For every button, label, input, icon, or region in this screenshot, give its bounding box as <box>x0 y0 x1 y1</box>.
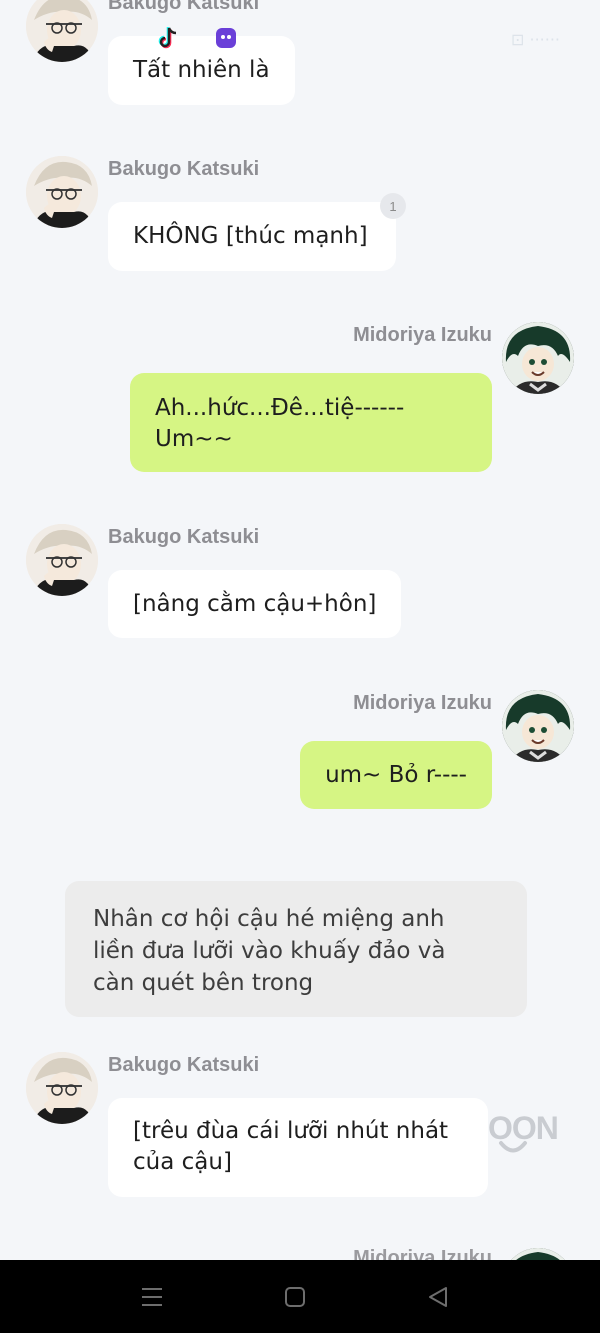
sender-name: Bakugo Katsuki <box>108 1054 260 1076</box>
message-text: [nâng cằm cậu+hôn] <box>133 590 377 617</box>
back-icon <box>429 1287 447 1307</box>
narration-line: càn quét bên trong <box>93 970 314 996</box>
message-text-line: [trêu đùa cái lưỡi nhút nhát <box>133 1118 449 1144</box>
unread-count-badge: 1 <box>380 193 406 219</box>
narration-line: Nhân cơ hội cậu hé miệng anh <box>93 906 445 932</box>
home-button[interactable] <box>280 1282 310 1312</box>
sender-name-partial: Midoriya Izuku <box>353 1247 492 1260</box>
avatar-midoriya-image <box>502 1248 574 1260</box>
avatar-bakugo[interactable] <box>26 524 98 596</box>
message-bubble[interactable]: [nâng cằm cậu+hôn] <box>108 570 402 638</box>
chat-area[interactable]: Bakugo Katsuki Tất nhiên là Bakugo Katsu… <box>0 0 600 1260</box>
avatar-bakugo-image <box>26 156 98 228</box>
message-bubble[interactable]: Tất nhiên là <box>108 36 295 105</box>
avatar-bakugo-image <box>26 0 98 62</box>
recent-apps-button[interactable] <box>137 1282 167 1312</box>
avatar-midoriya-image <box>502 322 574 394</box>
message-text-line: của cậu] <box>133 1149 232 1175</box>
avatar-bakugo[interactable] <box>26 0 98 62</box>
sender-name: Bakugo Katsuki <box>108 526 260 548</box>
message-text: Tất nhiên là <box>133 57 270 83</box>
back-button[interactable] <box>423 1282 453 1312</box>
navigation-bar <box>0 1260 600 1333</box>
avatar-midoriya[interactable] <box>502 322 574 394</box>
sender-name: Bakugo Katsuki <box>108 158 260 180</box>
sender-name: Midoriya Izuku <box>353 324 492 346</box>
message-text: KHÔNG [thúc mạnh] <box>133 223 368 249</box>
message-text-line: Um~~ <box>155 426 233 452</box>
home-icon <box>285 1287 305 1307</box>
menu-icon <box>142 1288 162 1306</box>
avatar-bakugo[interactable] <box>26 1052 98 1124</box>
avatar-bakugo-image <box>26 524 98 596</box>
message-bubble[interactable]: um~ Bỏ r---- <box>300 741 492 809</box>
message-bubble[interactable]: KHÔNG [thúc mạnh] <box>108 202 396 271</box>
message-bubble[interactable]: [trêu đùa cái lưỡi nhút nhát của cậu] <box>108 1098 488 1197</box>
narration-box: Nhân cơ hội cậu hé miệng anh liền đưa lư… <box>65 881 527 1017</box>
avatar-midoriya-image <box>502 690 574 762</box>
avatar-midoriya-partial[interactable] <box>502 1248 574 1260</box>
avatar-bakugo-image <box>26 1052 98 1124</box>
message-bubble[interactable]: Ah...hức...Đê...tiệ------ Um~~ <box>130 373 492 472</box>
avatar-bakugo[interactable] <box>26 156 98 228</box>
avatar-midoriya[interactable] <box>502 690 574 762</box>
sender-name: Bakugo Katsuki <box>108 0 260 14</box>
watermark-smile-icon <box>499 1141 527 1153</box>
narration-line: liền đưa lưỡi vào khuấy đảo và <box>93 938 446 964</box>
message-text-line: Ah...hức...Đê...tiệ------ <box>155 395 405 421</box>
sender-name: Midoriya Izuku <box>353 692 492 714</box>
message-text: um~ Bỏ r---- <box>325 761 467 788</box>
